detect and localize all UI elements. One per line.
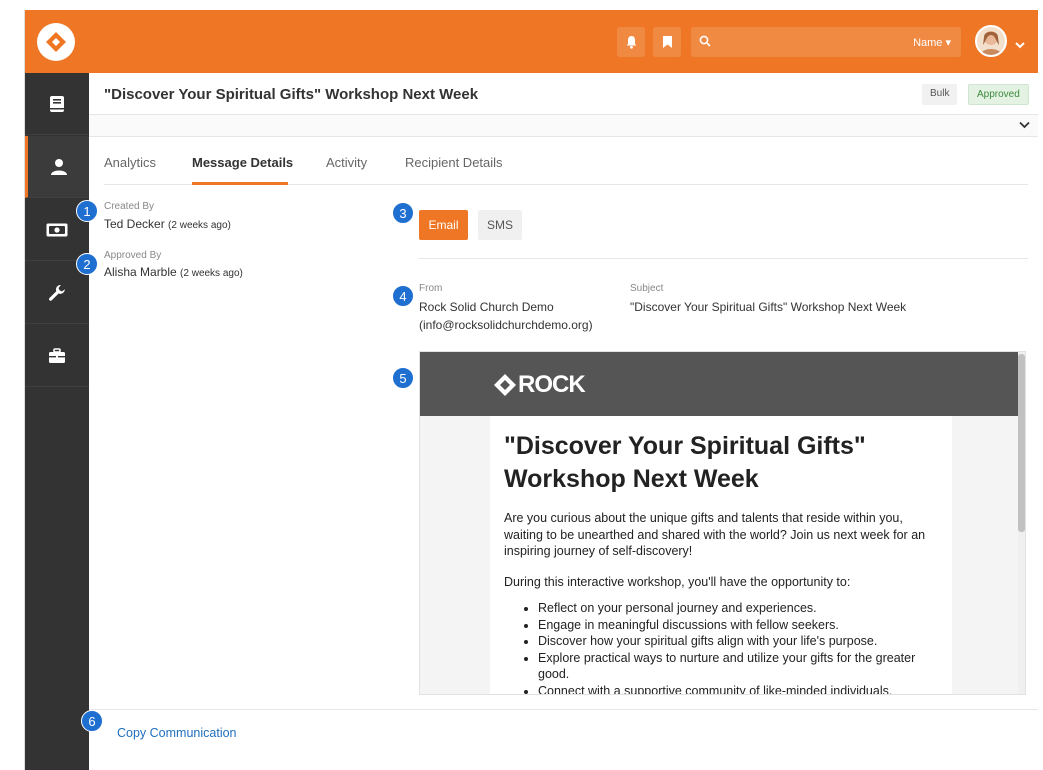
book-icon [50,95,64,112]
approved-by-name: Alisha Marble [104,265,177,279]
app-frame: Name ▾ "Discover Your Spiritual Gifts" W… [24,10,1038,770]
chevron-down-icon[interactable] [1015,36,1025,54]
email-brand: ROCK [518,371,586,398]
top-bar: Name ▾ [25,10,1038,73]
divider [419,258,1028,259]
tab-analytics[interactable]: Analytics [104,155,156,170]
created-by-value: Ted Decker (2 weeks ago) [104,217,231,231]
list-item: Connect with a supportive community of l… [538,683,938,695]
callout-4: 4 [392,285,414,307]
callout-3: 3 [392,202,414,224]
main-content: "Discover Your Spiritual Gifts" Workshop… [89,73,1038,770]
tab-message-details[interactable]: Message Details [192,155,293,170]
email-bullet-list: Reflect on your personal journey and exp… [504,600,938,695]
approved-by-label: Approved By [104,250,162,261]
sidebar-item-people[interactable] [25,136,89,198]
person-icon [50,158,67,175]
copy-communication-link[interactable]: Copy Communication [117,726,237,740]
list-item: Reflect on your personal journey and exp… [538,600,938,617]
search-input[interactable] [719,31,879,53]
wrench-icon [49,284,65,301]
email-preview-header: ROCK [420,352,1020,416]
approved-by-time: (2 weeks ago) [180,268,243,279]
bulk-badge: Bulk [922,84,958,105]
sms-button[interactable]: SMS [478,210,522,240]
sidebar-item-admin[interactable] [25,325,89,387]
briefcase-icon [49,347,65,363]
rock-logo-icon [494,374,516,396]
list-item: Explore practical ways to nurture and ut… [538,650,938,683]
chevron-down-icon[interactable] [1019,121,1030,129]
subject-label: Subject [630,283,664,294]
scrollbar-thumb[interactable] [1018,354,1025,532]
search-filter-dropdown[interactable]: Name ▾ [913,36,951,49]
from-label: From [419,283,443,294]
created-by-label: Created By [104,201,155,212]
preview-scrollbar[interactable] [1018,352,1025,694]
search-icon [699,35,711,47]
email-paragraph-2: During this interactive workshop, you'll… [504,574,851,589]
email-body: "Discover Your Spiritual Gifts" Workshop… [490,416,952,695]
bookmark-icon[interactable] [653,27,681,57]
list-item: Discover how your spiritual gifts align … [538,633,938,650]
tab-recipient-details[interactable]: Recipient Details [405,155,503,170]
active-tab-indicator [192,182,288,185]
email-title: "Discover Your Spiritual Gifts" Workshop… [504,432,866,493]
money-icon [46,223,68,236]
created-by-name: Ted Decker [104,217,165,231]
callout-2: 2 [76,253,98,275]
sidebar [25,73,89,770]
tab-bar: Analytics Message Details Activity Recip… [104,137,1028,185]
page-header: "Discover Your Spiritual Gifts" Workshop… [89,73,1038,115]
callout-6: 6 [81,710,103,732]
email-preview: ROCK "Discover Your Spiritual Gifts" Wor… [419,351,1026,695]
list-item: Engage in meaningful discussions with fe… [538,617,938,634]
status-badge: Approved [968,84,1029,105]
from-email: (info@rocksolidchurchdemo.org) [419,318,593,332]
header-collapse-bar[interactable] [89,115,1038,137]
callout-5: 5 [392,367,414,389]
tab-activity[interactable]: Activity [326,155,367,170]
subject-value: "Discover Your Spiritual Gifts" Workshop… [630,300,907,314]
email-button[interactable]: Email [419,210,468,240]
page-title: "Discover Your Spiritual Gifts" Workshop… [104,86,479,103]
search-box[interactable]: Name ▾ [691,27,961,57]
sidebar-item-notes[interactable] [25,73,89,135]
notifications-bell-icon[interactable] [617,27,645,57]
approved-by-value: Alisha Marble (2 weeks ago) [104,265,243,279]
callout-1: 1 [76,200,98,222]
footer-actions: Copy Communication [89,709,1038,755]
rock-logo-icon[interactable] [37,23,75,61]
avatar[interactable] [975,25,1007,57]
email-paragraph-1: Are you curious about the unique gifts a… [504,511,926,558]
created-by-time: (2 weeks ago) [168,220,231,231]
from-name: Rock Solid Church Demo [419,300,554,314]
